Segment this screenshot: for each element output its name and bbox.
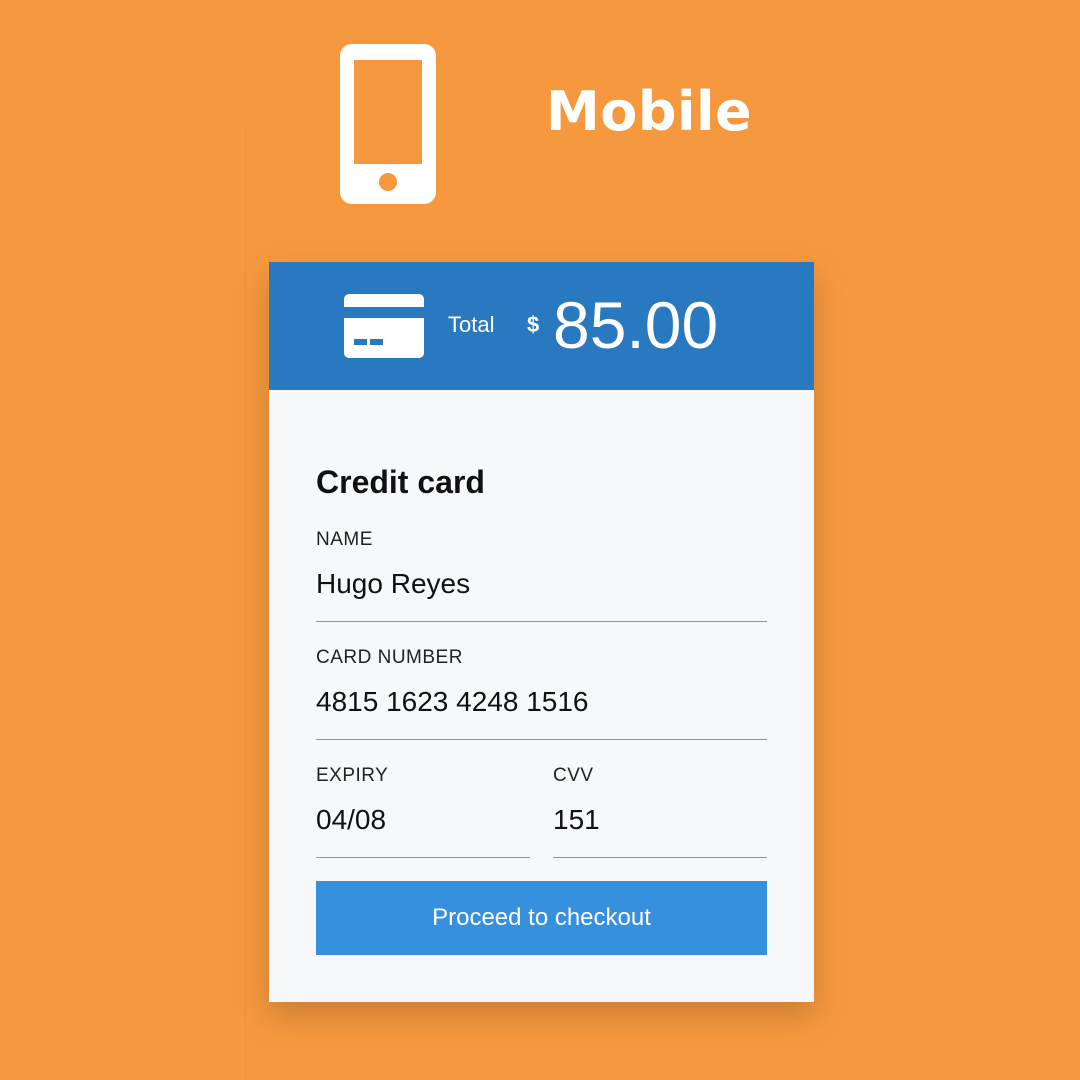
currency-symbol: $ bbox=[527, 312, 540, 337]
cvv-input[interactable]: 151 bbox=[553, 806, 600, 834]
cvv-underline bbox=[553, 857, 767, 858]
card-number-label: CARD NUMBER bbox=[316, 647, 463, 668]
card-number-input[interactable]: 4815 1623 4248 1516 bbox=[316, 688, 589, 716]
payment-card: Total $ 85.00 Credit card NAME Hugo Reye… bbox=[269, 262, 814, 1002]
cvv-label: CVV bbox=[553, 765, 594, 786]
expiry-input[interactable]: 04/08 bbox=[316, 806, 386, 834]
background-divider bbox=[245, 130, 246, 1080]
section-title: Credit card bbox=[316, 464, 485, 500]
mobile-phone-icon bbox=[340, 44, 436, 204]
expiry-label: EXPIRY bbox=[316, 765, 389, 786]
hero-title: Mobile bbox=[546, 80, 753, 143]
expiry-underline bbox=[316, 857, 530, 858]
credit-card-icon bbox=[344, 294, 424, 358]
name-input[interactable]: Hugo Reyes bbox=[316, 570, 470, 598]
total-label: Total bbox=[448, 312, 495, 337]
payment-header: Total $ 85.00 bbox=[269, 262, 814, 390]
card-number-underline bbox=[316, 739, 767, 740]
checkout-button[interactable]: Proceed to checkout bbox=[316, 881, 767, 955]
name-label: NAME bbox=[316, 529, 373, 550]
total-amount: 85.00 bbox=[553, 288, 719, 362]
name-underline bbox=[316, 621, 767, 622]
